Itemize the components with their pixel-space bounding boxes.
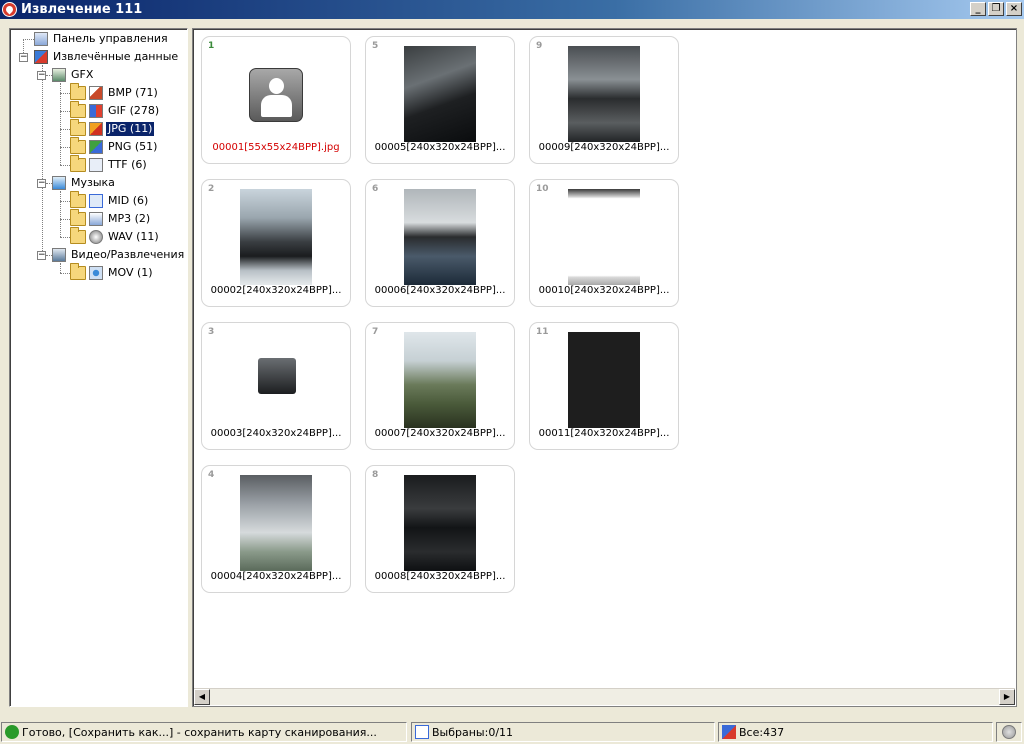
video-icon: [52, 248, 66, 262]
thumbnail-view: 1 00001[55x55x24BPP].jpg 2 00002[240x320…: [192, 28, 1017, 707]
bmp-file-icon: [89, 86, 103, 100]
thumbnail-image: [404, 475, 476, 571]
folder-tree: Панель управления − Извлечённые данные −…: [9, 28, 188, 707]
gfx-icon: [52, 68, 66, 82]
tree-item-music[interactable]: Музыка: [52, 175, 117, 191]
tree-item-video[interactable]: Видео/Развлечения: [52, 247, 186, 263]
tree-item-mp3[interactable]: MP3 (2): [70, 209, 152, 227]
folder-icon: [70, 209, 86, 226]
window-title: Извлечение 111: [21, 2, 143, 17]
music-icon: [52, 176, 66, 190]
mp3-file-icon: [89, 212, 103, 226]
music-note-icon: [89, 194, 103, 208]
status-panel-indicator: [996, 722, 1022, 742]
gif-file-icon: [89, 104, 103, 118]
thumbnail-card[interactable]: 5 00005[240x320x24BPP]...: [365, 36, 515, 164]
jpg-file-icon: [89, 122, 103, 136]
close-button[interactable]: ×: [1006, 2, 1022, 16]
tree-item-ttf[interactable]: TTF (6): [70, 155, 149, 173]
thumbnail-image: [240, 475, 312, 571]
tree-item-gif[interactable]: GIF (278): [70, 101, 161, 119]
tree-item-wav[interactable]: WAV (11): [70, 227, 161, 245]
control-panel-icon: [34, 32, 48, 46]
restore-button[interactable]: ❐: [988, 2, 1004, 16]
tree-item-gfx[interactable]: GFX: [52, 67, 95, 83]
folder-open-icon: [70, 119, 86, 136]
folder-icon: [70, 101, 86, 118]
thumbnail-image: [404, 46, 476, 142]
status-panel-selected: Выбраны:0/11: [411, 722, 715, 742]
folder-icon: [70, 263, 86, 280]
ttf-file-icon: [89, 158, 103, 172]
thumbnail-image: [404, 332, 476, 428]
tree-item-png[interactable]: PNG (51): [70, 137, 159, 155]
thumbnail-image: [240, 332, 312, 428]
thumbnail-card[interactable]: 10 00010[240x320x24BPP]...: [529, 179, 679, 307]
expander-music[interactable]: −: [37, 179, 46, 188]
thumbnail-card[interactable]: 6 00006[240x320x24BPP]...: [365, 179, 515, 307]
minimize-button[interactable]: _: [970, 2, 986, 16]
document-check-icon: [415, 725, 429, 739]
status-panel-total: Все:437: [718, 722, 993, 742]
expander-extracted[interactable]: −: [19, 53, 28, 62]
png-file-icon: [89, 140, 103, 154]
folder-icon: [70, 83, 86, 100]
folder-icon: [70, 155, 86, 172]
thumbnail-card[interactable]: 1 00001[55x55x24BPP].jpg: [201, 36, 351, 164]
thumbnail-image: [568, 189, 640, 285]
thumbnail-image: [240, 189, 312, 285]
status-indicator-icon: [1002, 725, 1016, 739]
tree-item-jpg[interactable]: JPG (11): [70, 119, 155, 137]
folder-icon: [70, 137, 86, 154]
speaker-icon: [89, 230, 103, 244]
tree-item-bmp[interactable]: BMP (71): [70, 83, 160, 101]
scroll-left-button[interactable]: ◀: [194, 689, 210, 705]
thumbnail-image: [568, 332, 640, 428]
scroll-right-button[interactable]: ▶: [999, 689, 1015, 705]
thumbnail-card[interactable]: 3 00003[240x320x24BPP]...: [201, 322, 351, 450]
folder-icon: [70, 227, 86, 244]
thumbnail-card[interactable]: 8 00008[240x320x24BPP]...: [365, 465, 515, 593]
status-bar: Готово, [Сохранить как...] - сохранить к…: [0, 721, 1024, 744]
horizontal-scrollbar[interactable]: ◀ ▶: [194, 688, 1015, 705]
blocks-icon: [722, 725, 736, 739]
mov-file-icon: [89, 266, 103, 280]
extracted-data-icon: [34, 50, 48, 64]
thumbnail-image: [404, 189, 476, 285]
expander-video[interactable]: −: [37, 251, 46, 260]
check-icon: [5, 725, 19, 739]
thumbnail-image: [568, 46, 640, 142]
user-avatar-icon: [249, 68, 303, 122]
app-logo-icon[interactable]: [2, 2, 17, 17]
tree-item-mov[interactable]: MOV (1): [70, 263, 155, 281]
thumbnail-card[interactable]: 7 00007[240x320x24BPP]...: [365, 322, 515, 450]
thumbnail-card[interactable]: 4 00004[240x320x24BPP]...: [201, 465, 351, 593]
thumbnail-card[interactable]: 11 00011[240x320x24BPP]...: [529, 322, 679, 450]
tree-item-control-panel[interactable]: Панель управления: [34, 31, 170, 47]
status-panel-message: Готово, [Сохранить как...] - сохранить к…: [1, 722, 407, 742]
tree-item-mid[interactable]: MID (6): [70, 191, 150, 209]
thumbnail-card[interactable]: 9 00009[240x320x24BPP]...: [529, 36, 679, 164]
expander-gfx[interactable]: −: [37, 71, 46, 80]
tree-item-extracted-data[interactable]: Извлечённые данные: [34, 49, 180, 65]
thumbnail-card[interactable]: 2 00002[240x320x24BPP]...: [201, 179, 351, 307]
folder-icon: [70, 191, 86, 208]
title-bar: Извлечение 111 _ ❐ ×: [0, 0, 1024, 19]
